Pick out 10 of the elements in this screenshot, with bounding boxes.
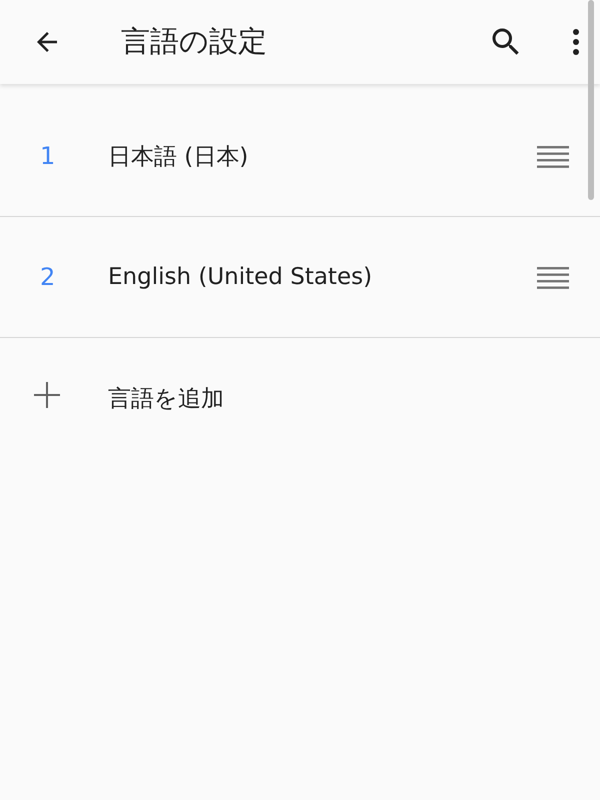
language-name: English (United States) [108,264,374,290]
language-order-number: 2 [39,263,56,291]
language-order-number: 1 [39,142,56,170]
plus-icon [34,382,60,408]
drag-handle-icon[interactable] [537,144,569,168]
add-language-item[interactable]: 言語を追加 [0,338,600,458]
drag-handle-icon[interactable] [537,265,569,289]
more-vertical-icon [572,28,580,56]
screen-title: 言語の設定 [121,23,268,60]
language-name: 日本語 (日本) [108,142,250,172]
